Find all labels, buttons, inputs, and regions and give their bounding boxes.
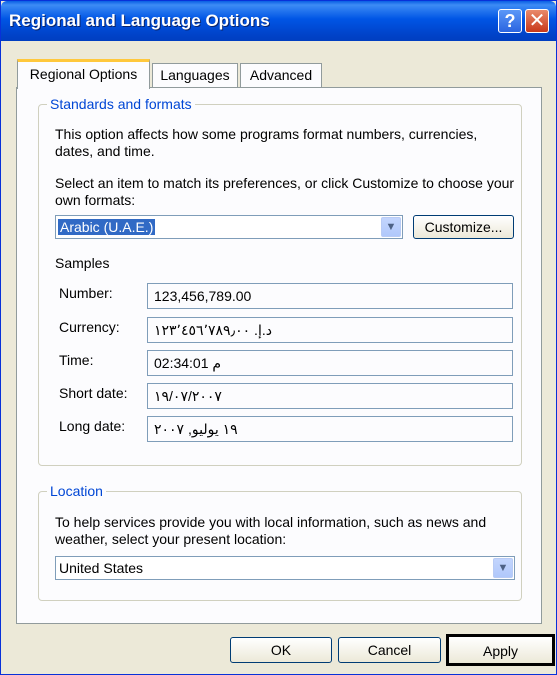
sample-label-number: Number: xyxy=(59,285,113,301)
sample-long-date-field: ١٩ يوليو, ٢٠٠٧ xyxy=(147,416,513,442)
customize-button[interactable]: Customize... xyxy=(413,215,514,239)
sample-label-long-date: Long date: xyxy=(59,418,126,434)
window-title: Regional and Language Options xyxy=(9,11,270,30)
location-legend: Location xyxy=(47,483,106,499)
location-select-value: United States xyxy=(59,560,144,576)
sample-label-currency: Currency: xyxy=(59,319,120,335)
standards-description: This option affects how some programs fo… xyxy=(55,126,478,159)
dialog-window: Regional and Language Options ? ✕ Region… xyxy=(0,0,557,675)
chevron-down-icon[interactable]: ▼ xyxy=(493,558,513,578)
location-select[interactable]: United States ▼ xyxy=(55,556,515,580)
location-description: To help services provide you with local … xyxy=(55,514,487,547)
tab-regional-options[interactable]: Regional Options xyxy=(17,59,150,89)
title-bar[interactable]: Regional and Language Options ? ✕ xyxy=(1,1,556,41)
sample-label-time: Time: xyxy=(59,352,94,368)
sample-number-field: 123,456,789.00 xyxy=(147,283,513,309)
apply-button[interactable]: Apply xyxy=(446,634,555,666)
format-select-value: Arabic (U.A.E.) xyxy=(58,219,156,235)
cancel-button[interactable]: Cancel xyxy=(338,637,441,663)
sample-short-date-field: ١٩/٠٧/٢٠٠٧ xyxy=(147,383,513,409)
chevron-down-icon[interactable]: ▼ xyxy=(381,217,401,237)
tab-languages[interactable]: Languages xyxy=(152,63,238,87)
format-select[interactable]: Arabic (U.A.E.) ▼ xyxy=(55,215,403,239)
help-button[interactable]: ? xyxy=(498,9,522,33)
standards-legend: Standards and formats xyxy=(47,96,195,112)
location-group: Location To help services provide you wi… xyxy=(38,483,522,601)
close-button[interactable]: ✕ xyxy=(525,9,549,33)
samples-label: Samples xyxy=(55,255,110,271)
ok-button[interactable]: OK xyxy=(230,637,332,663)
tab-advanced[interactable]: Advanced xyxy=(240,63,322,87)
sample-time-field: 02:34:01 م xyxy=(147,350,513,376)
sample-currency-field: د.إ.‏ ١٢٣٬٤٥٦٬٧٨٩٫٠٠ xyxy=(147,317,513,343)
select-prompt: Select an item to match its preferences,… xyxy=(55,175,515,208)
sample-label-short-date: Short date: xyxy=(59,385,128,401)
tab-panel: Standards and formats This option affect… xyxy=(16,87,542,624)
